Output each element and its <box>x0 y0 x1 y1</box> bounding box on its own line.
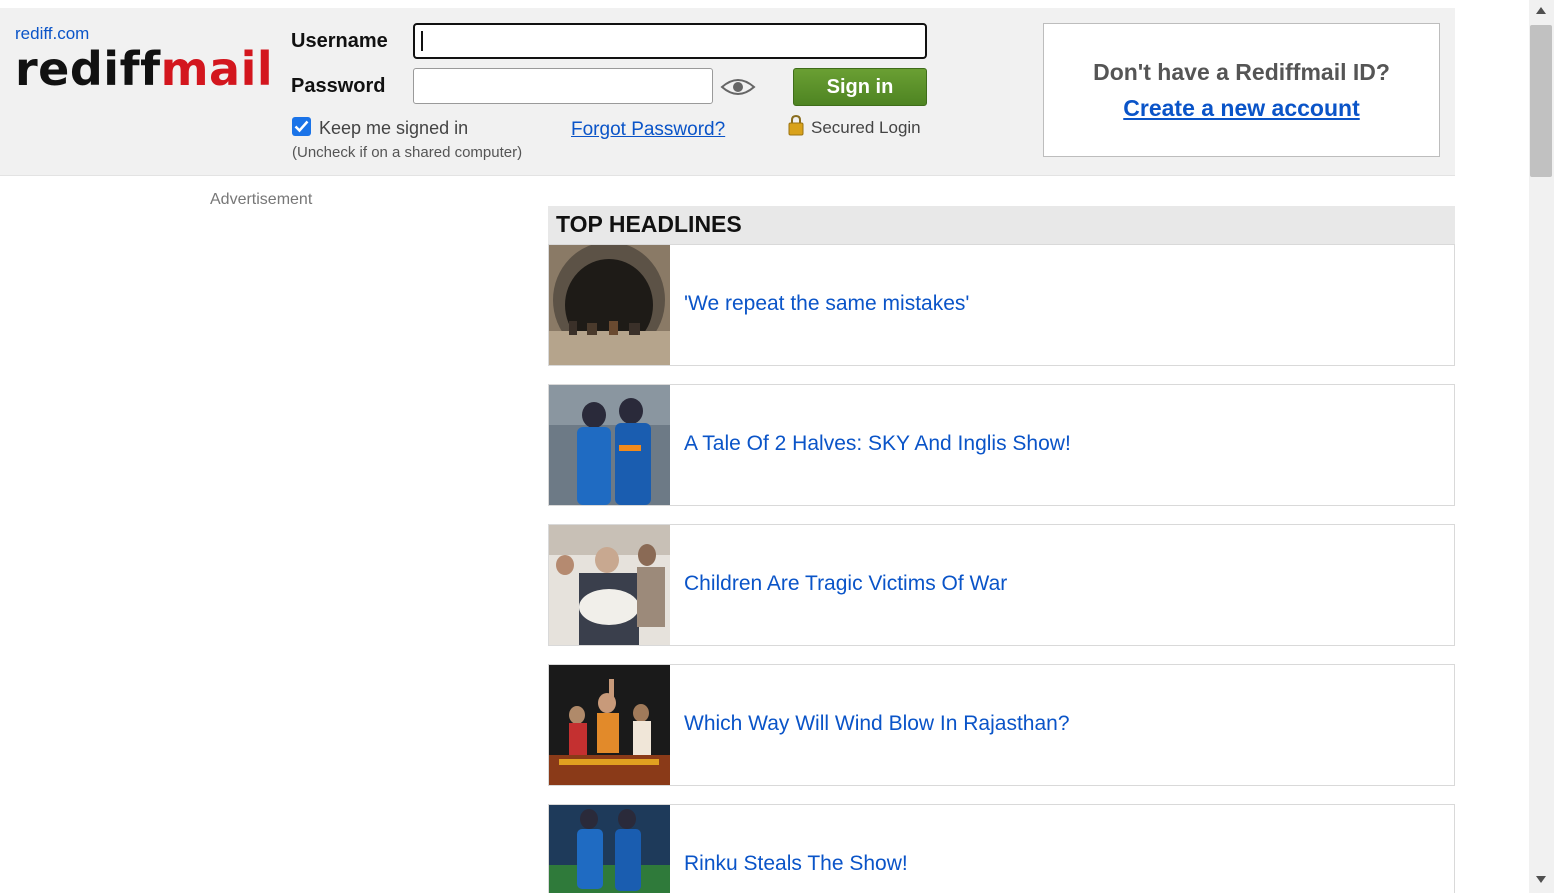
headline-link[interactable]: A Tale Of 2 Halves: SKY And Inglis Show! <box>684 432 1071 456</box>
create-account-link[interactable]: Create a new account <box>1044 95 1439 122</box>
headline-link[interactable]: Which Way Will Wind Blow In Rajasthan? <box>684 712 1070 736</box>
checkmark-icon <box>294 120 309 133</box>
rediffmail-logo: rediffmail <box>15 46 273 92</box>
headline-item[interactable]: Children Are Tragic Victims Of War <box>548 524 1455 646</box>
password-label: Password <box>291 75 386 97</box>
username-input[interactable] <box>413 23 927 59</box>
rally-photo-thumbnail[interactable] <box>549 665 670 785</box>
headline-link[interactable]: Rinku Steals The Show! <box>684 852 908 876</box>
top-headlines-heading: TOP HEADLINES <box>548 206 1455 244</box>
signup-question: Don't have a Rediffmail ID? <box>1093 59 1390 85</box>
scroll-up-arrow-icon[interactable] <box>1536 6 1546 14</box>
rediff-home-link[interactable]: rediff.com <box>15 24 89 44</box>
war-crowd-photo-thumbnail[interactable] <box>549 525 670 645</box>
shared-computer-note: (Uncheck if on a shared computer) <box>292 144 523 161</box>
signup-panel: Don't have a Rediffmail ID? Create a new… <box>1043 23 1440 157</box>
logo-text-rediff: rediff <box>15 42 161 96</box>
keep-signed-in-checkbox[interactable] <box>292 117 311 136</box>
username-label: Username <box>291 30 388 52</box>
headline-item[interactable]: A Tale Of 2 Halves: SKY And Inglis Show! <box>548 384 1455 506</box>
login-header: rediff.com rediffmail Username Password … <box>0 8 1455 176</box>
logo-text-mail: mail <box>160 42 274 96</box>
secured-login-label: Secured Login <box>811 118 921 137</box>
scrollbar-thumb[interactable] <box>1530 25 1552 177</box>
headline-link[interactable]: Children Are Tragic Victims Of War <box>684 572 1007 596</box>
tunnel-photo-thumbnail[interactable] <box>549 245 670 365</box>
lock-icon <box>788 114 804 136</box>
headline-item[interactable]: 'We repeat the same mistakes' <box>548 244 1455 366</box>
advertisement-label: Advertisement <box>210 191 313 208</box>
scroll-down-arrow-icon[interactable] <box>1536 876 1546 884</box>
text-cursor <box>421 31 423 51</box>
sign-in-button[interactable]: Sign in <box>793 68 927 106</box>
headline-item[interactable]: Rinku Steals The Show! <box>548 804 1455 893</box>
headline-item[interactable]: Which Way Will Wind Blow In Rajasthan? <box>548 664 1455 786</box>
cricket-walk-photo-thumbnail[interactable] <box>549 805 670 893</box>
headline-link[interactable]: 'We repeat the same mistakes' <box>684 292 969 316</box>
password-input[interactable] <box>413 68 713 104</box>
keep-signed-in-label[interactable]: Keep me signed in <box>319 118 468 139</box>
eye-icon[interactable] <box>720 77 756 97</box>
cricket-players-photo-thumbnail[interactable] <box>549 385 670 505</box>
forgot-password-link[interactable]: Forgot Password? <box>571 119 725 141</box>
